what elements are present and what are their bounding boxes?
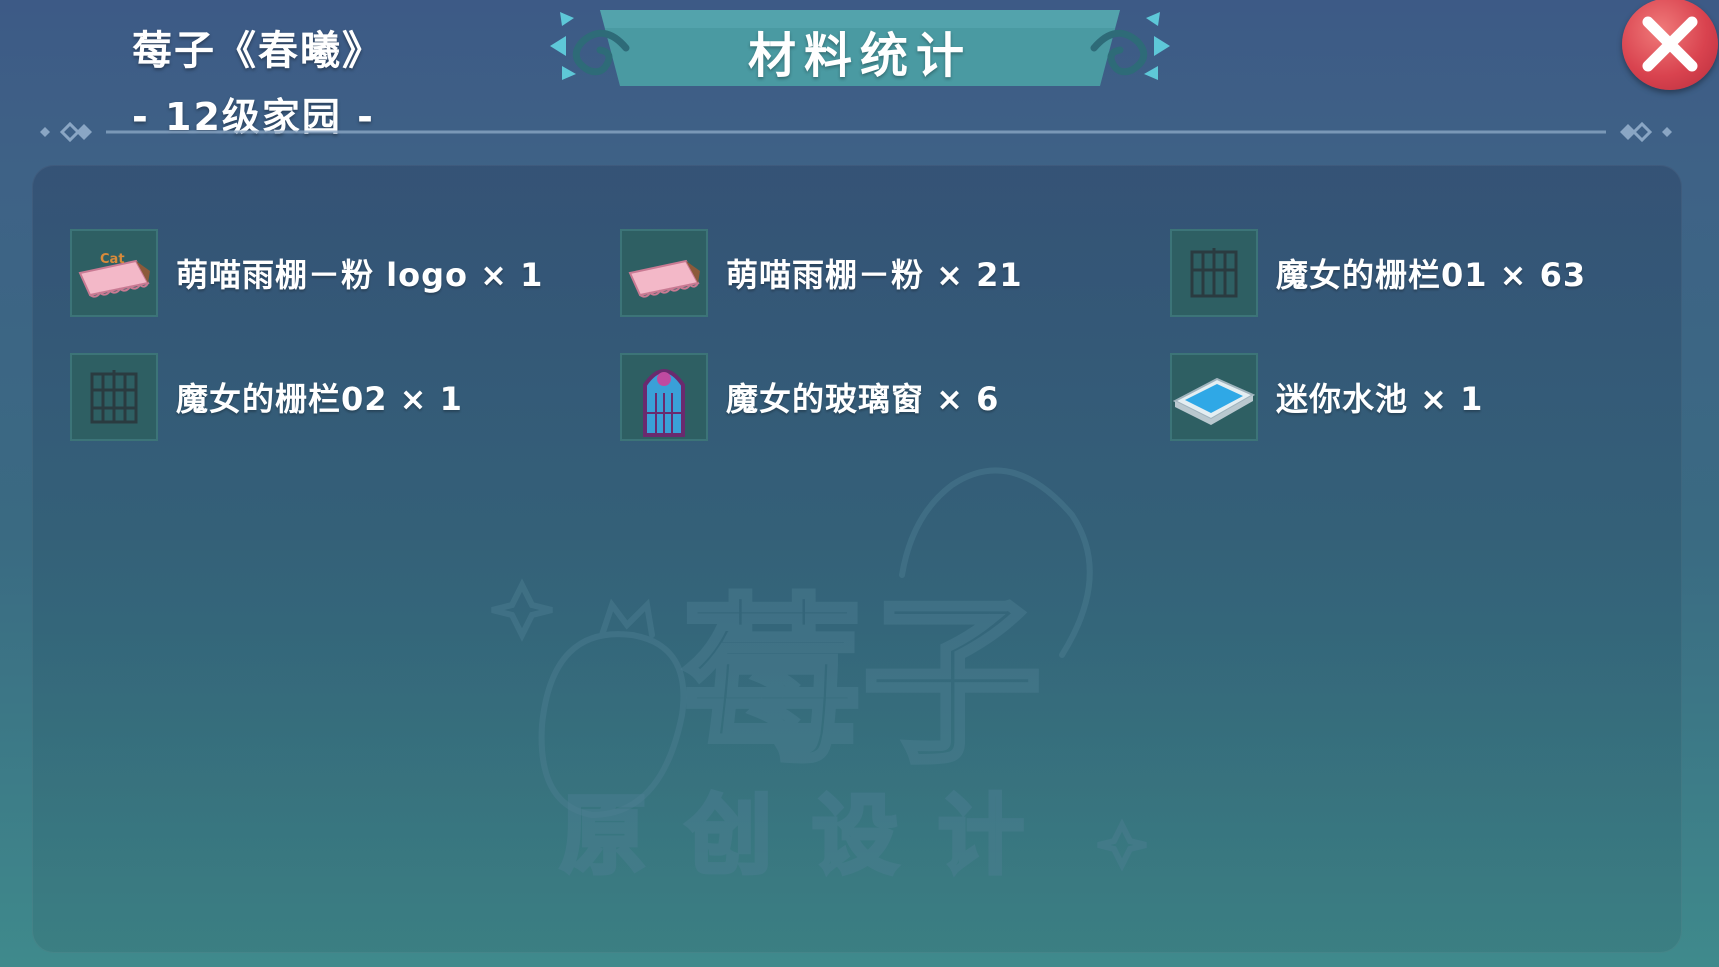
list-item: 魔女的玻璃窗 × 6 xyxy=(620,351,999,443)
item-label: 魔女的栅栏02 × 1 xyxy=(176,380,463,418)
svg-text:Cat: Cat xyxy=(100,252,125,267)
mini-pool-icon xyxy=(1170,353,1258,441)
watermark-logo: 莓子 原创设计 xyxy=(491,467,1147,888)
list-item: 萌喵雨棚－粉 × 21 xyxy=(620,227,1023,319)
list-item: 迷你水池 × 1 xyxy=(1170,351,1483,443)
watermark-brand-text: 莓子 xyxy=(682,579,1042,788)
list-item: 魔女的栅栏01 × 63 xyxy=(1170,227,1586,319)
item-label: 魔女的玻璃窗 × 6 xyxy=(726,380,1000,418)
item-label: 萌喵雨棚－粉 logo × 1 xyxy=(176,256,544,294)
witch-fence-icon xyxy=(70,353,158,441)
header-banner: 材料统计 xyxy=(540,2,1180,90)
stained-glass-window-icon xyxy=(620,353,708,441)
materials-panel: 莓子 原创设计 Cat 萌喵雨棚－粉 logo × 1 萌喵雨棚－粉 × 21 … xyxy=(32,165,1682,953)
pink-awning-icon xyxy=(620,229,708,317)
witch-fence-icon xyxy=(1170,229,1258,317)
list-item: Cat 萌喵雨棚－粉 logo × 1 xyxy=(70,227,543,319)
item-label: 萌喵雨棚－粉 × 21 xyxy=(726,256,1023,294)
item-label: 魔女的栅栏01 × 63 xyxy=(1276,256,1587,294)
garden-name: 莓子《春曦》 xyxy=(132,28,384,74)
item-label: 迷你水池 × 1 xyxy=(1276,380,1484,418)
watermark-tagline-text: 原创设计 xyxy=(560,786,1064,886)
close-button[interactable] xyxy=(1622,0,1718,90)
pink-awning-logo-icon: Cat xyxy=(70,229,158,317)
header-divider xyxy=(40,122,1672,142)
page-title: 材料统计 xyxy=(747,28,972,84)
list-item: 魔女的栅栏02 × 1 xyxy=(70,351,463,443)
close-icon xyxy=(1642,16,1698,72)
